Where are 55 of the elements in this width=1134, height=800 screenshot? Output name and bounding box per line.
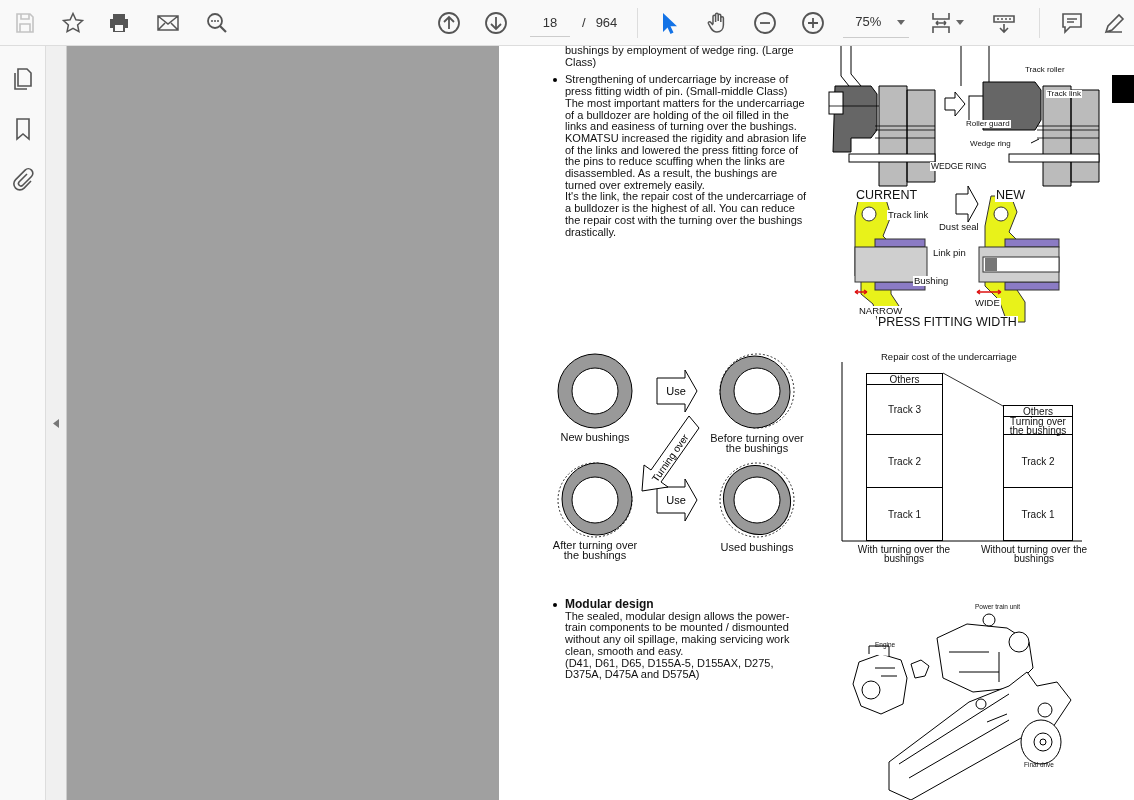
chart-segment: Track 1: [867, 487, 942, 540]
caret-icon: [897, 19, 906, 25]
bullet-icon: [553, 78, 557, 83]
figure-label: Link pin: [932, 248, 967, 258]
section-heading: Modular design: [565, 599, 654, 611]
figure-caption: Used bushings: [719, 542, 795, 552]
figure-label: Wedge ring: [969, 140, 1012, 148]
chart-segment: Others: [867, 373, 942, 384]
search-icon: [205, 10, 229, 35]
collapse-arrow-icon[interactable]: [53, 418, 59, 428]
figure-caption: PRESS FITTING WIDTH: [877, 316, 1018, 329]
paragraph: The sealed, modular design allows the power-train components to be mounted / dismounted without any oil spillage, making servicing work clean, smooth and easy.: [565, 610, 791, 658]
figure-label: Track roller: [1024, 66, 1066, 74]
chart-segment: Track 2: [867, 434, 942, 487]
comment-icon: [1060, 10, 1085, 35]
leader-line: [942, 372, 1004, 407]
caret-icon: [955, 20, 964, 25]
figure-label: Dust seal: [938, 222, 980, 232]
bar-label: With turning over the bushings: [856, 545, 952, 563]
section-heading: Strengthening of undercarriage by increase of press fitting width of pin. (Small-middle Class): [565, 74, 790, 98]
figure-caption: After turning over the bushings: [551, 540, 639, 560]
figure-label: Roller guard: [965, 120, 1011, 128]
figure-label: Bushing: [913, 276, 950, 286]
bullet-icon: [553, 603, 557, 607]
chart-segment: Track 1: [1004, 487, 1072, 540]
save-icon: [13, 10, 37, 35]
chart-segment: Turning over the bushings: [1004, 416, 1072, 434]
minus-icon: [753, 10, 778, 35]
paragraph: The most important matters for the undercarriage of a bulldozer are holding of the oil filled in the links and easiness of turning over the bushings. KOMATSU increased the rigidity and abrasion life of the links and lowered the press fitting force of the pins to reduce scuffing when the links are disassembled. As a result, the bushings are turned over extremely easily.: [565, 97, 808, 192]
figure-heading: NEW: [995, 189, 1027, 202]
page-number-field[interactable]: 18: [530, 8, 570, 37]
chart-title: Repair cost of the undercarriage: [881, 352, 1017, 362]
figure-label: WIDE: [974, 298, 1001, 308]
figure-heading: CURRENT: [855, 189, 919, 202]
figure-caption: New bushings: [559, 432, 631, 442]
figure-label: NARROW: [858, 306, 904, 316]
page-tab-marker: [1112, 75, 1134, 103]
paragraph: (D41, D61, D65, D155A-5, D155AX, D275, D375A, D475A and D575A): [565, 657, 775, 681]
plus-icon: [801, 10, 826, 35]
page-separator: /: [582, 13, 586, 32]
figure-label: Track link: [887, 210, 930, 220]
arrow-callout: Use: [656, 369, 698, 413]
chart-segment: Track 2: [1004, 434, 1072, 487]
figure-caption: Before turning over the bushings: [709, 433, 805, 453]
paragraph: It's the link, the repair cost of the undercarriage of a bulldozer is the highest of all. You can reduce the repair cost with the turning over the bushings drastically.: [565, 191, 808, 239]
figure-label: Track link: [1046, 90, 1082, 98]
chart-segment: Track 3: [867, 384, 942, 434]
page-count: 964: [595, 13, 618, 32]
zoom-dropdown[interactable]: 75%: [843, 7, 910, 38]
star-icon: [61, 10, 85, 35]
paragraph: bushings by employment of wedge ring. (Large Class): [565, 46, 795, 69]
paperclip-icon: [10, 167, 35, 191]
figure-caption: WEDGE RING: [930, 162, 988, 171]
chart-segment: Others: [1004, 405, 1072, 416]
bar-label: Without turning over the bushings: [979, 545, 1089, 563]
